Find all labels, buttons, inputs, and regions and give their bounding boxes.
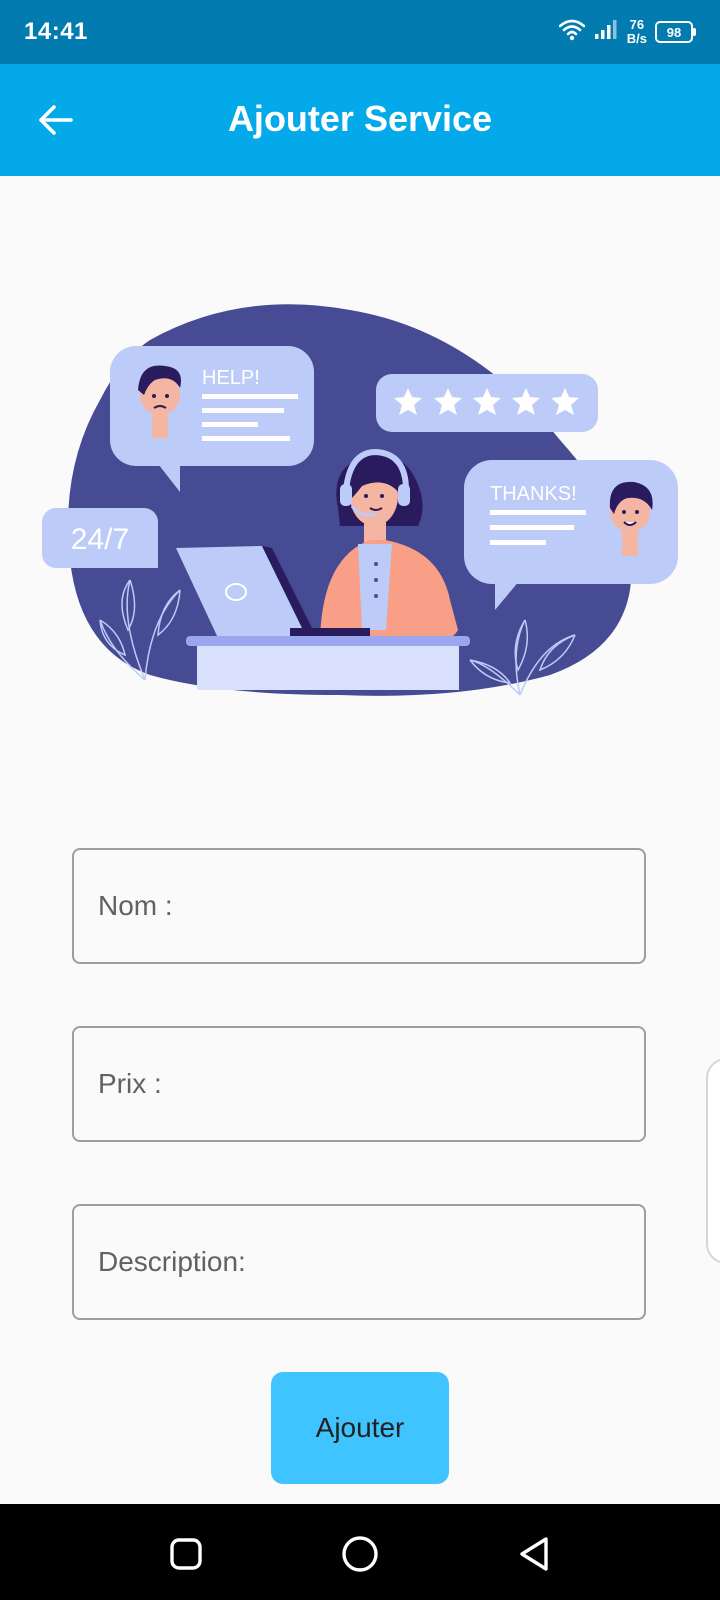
- price-field[interactable]: [72, 1026, 646, 1142]
- network-speed-unit: B/s: [626, 31, 647, 46]
- price-input[interactable]: [74, 1028, 644, 1140]
- thanks-text: THANKS!: [490, 483, 577, 505]
- back-nav-button[interactable]: [512, 1532, 556, 1576]
- name-input[interactable]: [74, 850, 644, 962]
- availability-bubble: 24/7: [42, 508, 158, 568]
- rating-stars-bubble: [376, 374, 598, 432]
- help-text: HELP!: [202, 367, 260, 389]
- add-button[interactable]: Ajouter: [271, 1372, 449, 1484]
- status-bar: 14:41 76 B/s 98: [0, 0, 720, 64]
- network-speed: 76 B/s: [627, 18, 647, 46]
- status-time: 14:41: [24, 18, 88, 45]
- edge-panel-handle[interactable]: [706, 1058, 720, 1264]
- name-field[interactable]: [72, 848, 646, 964]
- availability-text: 24/7: [71, 523, 129, 556]
- page-title: Ajouter Service: [227, 98, 493, 139]
- signal-icon: [593, 19, 619, 46]
- description-field[interactable]: [72, 1204, 646, 1320]
- circle-icon: [342, 1536, 378, 1572]
- triangle-back-icon: [520, 1537, 548, 1571]
- square-icon: [170, 1538, 202, 1570]
- customer-support-illustration: 24/7 HELP! THANKS!: [42, 304, 678, 696]
- desk: [186, 636, 470, 690]
- recent-apps-button[interactable]: [164, 1532, 208, 1576]
- description-input[interactable]: [74, 1206, 644, 1318]
- battery-icon: 98: [655, 21, 696, 43]
- wifi-icon: [558, 19, 586, 46]
- battery-level: 98: [655, 21, 693, 43]
- app-bar: Ajouter Service: [0, 64, 720, 176]
- network-speed-value: 76: [629, 17, 645, 32]
- status-icons: 76 B/s 98: [558, 14, 696, 50]
- home-button[interactable]: [338, 1532, 382, 1576]
- navigation-bar: [0, 1504, 720, 1600]
